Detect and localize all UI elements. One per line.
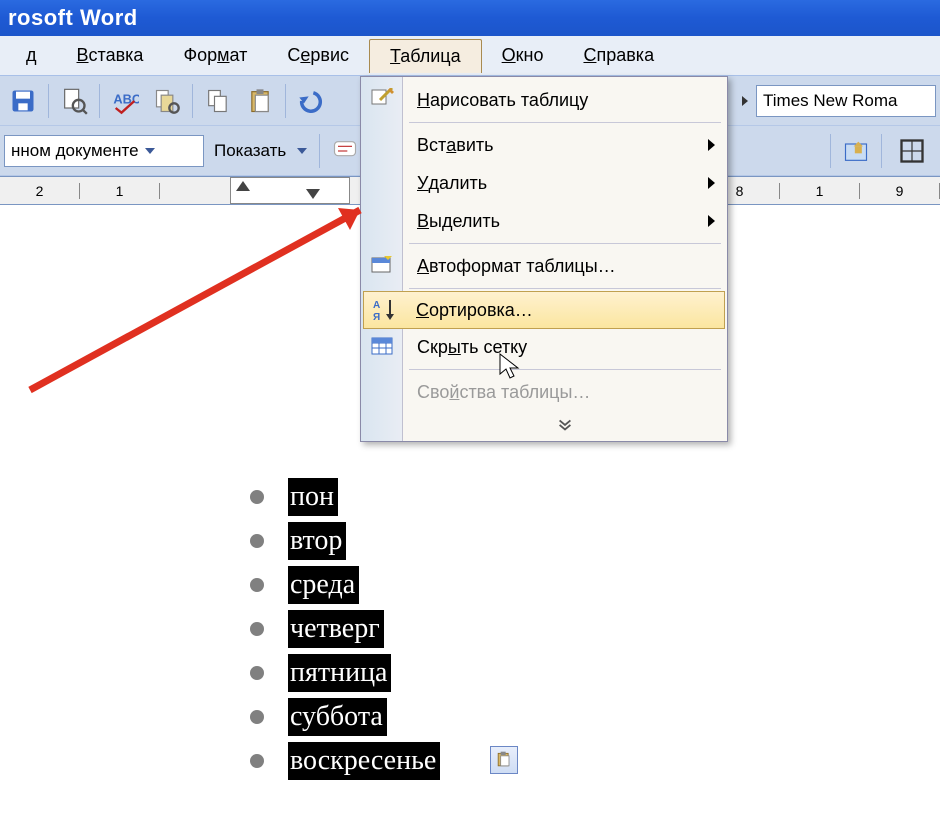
toolbar-separator [99, 84, 100, 118]
toolbar-separator [48, 84, 49, 118]
list-item[interactable]: среда [250, 563, 440, 607]
indent-marker-icon[interactable] [236, 181, 250, 191]
menu-help[interactable]: Справка [563, 39, 674, 72]
list-item[interactable]: пятница [250, 651, 440, 695]
bullet-icon [250, 710, 264, 724]
toolbar-separator [881, 134, 882, 168]
chevron-down-icon [145, 148, 155, 154]
show-combo[interactable]: Показать [208, 135, 313, 167]
draw-table-icon [361, 81, 403, 119]
ruler-tick: 1 [80, 183, 160, 199]
autoformat-icon [361, 247, 403, 285]
research-icon[interactable] [148, 81, 186, 121]
submenu-arrow-icon [708, 215, 715, 227]
bullet-icon [250, 622, 264, 636]
bullet-icon [250, 534, 264, 548]
list-text: среда [288, 566, 359, 604]
menu-draw-table[interactable]: Нарисовать таблицу [403, 81, 727, 119]
menu-insert[interactable]: Вставить [403, 126, 727, 164]
undo-icon[interactable] [292, 81, 330, 121]
list-item[interactable]: суббота [250, 695, 440, 739]
toolbar-separator [319, 134, 320, 168]
menu-tools[interactable]: Сервис [267, 39, 369, 72]
sort-icon: АЯ [364, 292, 406, 328]
show-combo-value: Показать [214, 141, 286, 161]
chevron-down-icon [297, 148, 307, 154]
menu-window[interactable]: Окно [482, 39, 564, 72]
ruler-tick: 1 [780, 183, 860, 199]
menu-format[interactable]: Формат [163, 39, 267, 72]
balloon-icon[interactable] [326, 131, 364, 171]
grid-icon [361, 328, 403, 366]
list-item[interactable]: втор [250, 519, 440, 563]
submenu-arrow-icon [708, 177, 715, 189]
list-text: втор [288, 522, 346, 560]
insert-object-icon[interactable] [837, 131, 875, 171]
ruler-tick: 2 [0, 183, 80, 199]
svg-text:ABC: ABC [113, 91, 139, 106]
menu-hide-gridlines[interactable]: Скрыть сетку [403, 328, 727, 366]
menu-separator [409, 122, 721, 123]
save-icon[interactable] [4, 81, 42, 121]
menu-select[interactable]: Выделить [403, 202, 727, 240]
svg-text:Я: Я [373, 312, 380, 323]
list-text: четверг [288, 610, 384, 648]
app-title: rosoft Word [8, 5, 138, 31]
font-name-combo[interactable]: Times New Roma [756, 85, 936, 117]
menubar: д Вставка Формат Сервис Таблица Окно Спр… [0, 36, 940, 76]
toolbar-separator [285, 84, 286, 118]
list-item[interactable]: воскресенье [250, 739, 440, 783]
table-menu-dropdown: Нарисовать таблицу Вставить Удалить Выде… [360, 76, 728, 442]
dropdown-chevron-icon[interactable] [742, 96, 748, 106]
list-item[interactable]: четверг [250, 607, 440, 651]
paste-icon[interactable] [241, 81, 279, 121]
list-text: суббота [288, 698, 387, 736]
list-text: воскресенье [288, 742, 440, 780]
bullet-icon [250, 754, 264, 768]
list-item[interactable]: пон [250, 475, 440, 519]
indent-marker-icon[interactable] [306, 189, 320, 199]
menu-separator [409, 369, 721, 370]
copy-icon[interactable] [199, 81, 237, 121]
document-scope-combo[interactable]: нном документе [4, 135, 204, 167]
menu-sort[interactable]: АЯ Сортировка… [363, 291, 725, 329]
list-text: пон [288, 478, 338, 516]
border-icon[interactable] [888, 131, 936, 171]
submenu-arrow-icon [708, 139, 715, 151]
menu-delete[interactable]: Удалить [403, 164, 727, 202]
paste-options-button[interactable] [490, 746, 518, 774]
menu-separator [409, 243, 721, 244]
menu-autoformat[interactable]: Автоформат таблицы… [403, 247, 727, 285]
bullet-icon [250, 666, 264, 680]
bullet-icon [250, 578, 264, 592]
toolbar-separator [830, 134, 831, 168]
svg-text:А: А [373, 300, 380, 311]
bullet-icon [250, 490, 264, 504]
selected-list: пон втор среда четверг пятница суббота в… [250, 475, 440, 783]
list-text: пятница [288, 654, 391, 692]
menu-separator [409, 288, 721, 289]
doc-combo-value: нном документе [11, 141, 139, 161]
titlebar: rosoft Word [0, 0, 940, 36]
toolbar-separator [192, 84, 193, 118]
menu-table-properties: Свойства таблицы… [403, 373, 727, 411]
ruler-tick: 9 [860, 183, 940, 199]
print-preview-icon[interactable] [55, 81, 93, 121]
menu-edit-fragment[interactable]: д [6, 39, 57, 72]
menu-insert[interactable]: Вставка [57, 39, 164, 72]
font-name-value: Times New Roma [763, 91, 897, 111]
spellcheck-icon[interactable]: ABC [106, 81, 144, 121]
menu-table[interactable]: Таблица [369, 39, 482, 73]
menu-expand-button[interactable] [403, 411, 727, 437]
